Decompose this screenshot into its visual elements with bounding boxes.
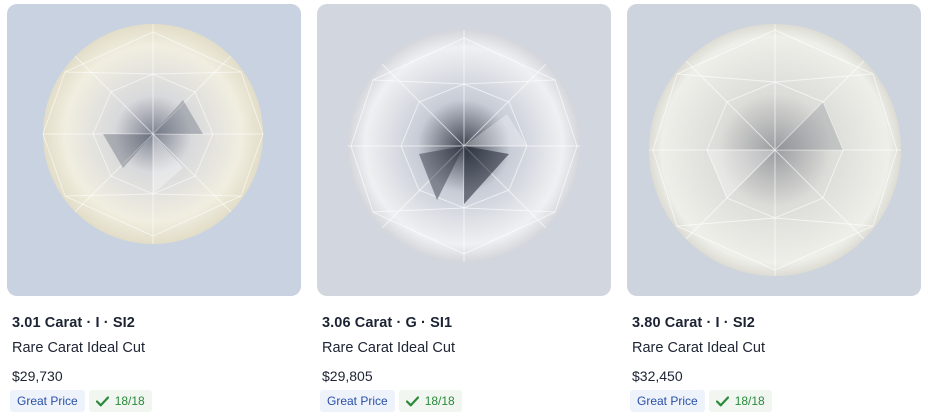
listing-price: $29,805: [322, 368, 373, 384]
badge-row: Great Price 18/18: [320, 390, 462, 412]
deal-badge: Great Price: [630, 390, 705, 412]
deal-badge: Great Price: [10, 390, 85, 412]
score-badge: 18/18: [398, 390, 462, 412]
diamond-card[interactable]: 3.01 Carat · I · SI2 Rare Carat Ideal Cu…: [7, 4, 301, 414]
listing-cut: Rare Carat Ideal Cut: [12, 340, 145, 356]
listing-price: $29,730: [12, 368, 63, 384]
check-icon: [95, 395, 109, 407]
round-diamond-icon: [317, 4, 611, 296]
score-badge: 18/18: [88, 390, 152, 412]
score-text: 18/18: [114, 394, 145, 408]
deal-badge: Great Price: [320, 390, 395, 412]
diamond-results-grid: 3.01 Carat · I · SI2 Rare Carat Ideal Cu…: [0, 0, 928, 418]
listing-cut: Rare Carat Ideal Cut: [322, 340, 455, 356]
round-diamond-icon: [627, 4, 921, 296]
listing-title[interactable]: 3.80 Carat · I · SI2: [632, 315, 755, 331]
badge-row: Great Price 18/18: [630, 390, 772, 412]
listing-title[interactable]: 3.06 Carat · G · SI1: [322, 315, 452, 331]
diamond-card[interactable]: 3.80 Carat · I · SI2 Rare Carat Ideal Cu…: [627, 4, 921, 414]
score-text: 18/18: [734, 394, 765, 408]
check-icon: [715, 395, 729, 407]
check-icon: [405, 395, 419, 407]
round-diamond-icon: [7, 4, 301, 296]
diamond-card[interactable]: 3.06 Carat · G · SI1 Rare Carat Ideal Cu…: [317, 4, 611, 414]
score-text: 18/18: [424, 394, 455, 408]
diamond-image[interactable]: [7, 4, 301, 296]
listing-cut: Rare Carat Ideal Cut: [632, 340, 765, 356]
badge-row: Great Price 18/18: [10, 390, 152, 412]
diamond-image[interactable]: [317, 4, 611, 296]
listing-title[interactable]: 3.01 Carat · I · SI2: [12, 315, 135, 331]
score-badge: 18/18: [708, 390, 772, 412]
diamond-image[interactable]: [627, 4, 921, 296]
listing-price: $32,450: [632, 368, 683, 384]
